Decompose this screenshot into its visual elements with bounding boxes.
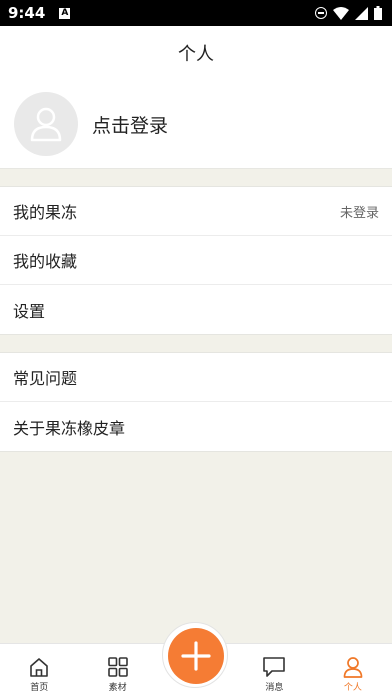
tab-materials[interactable]: 素材 [78, 644, 156, 696]
menu-item-label: 我的收藏 [13, 252, 78, 271]
menu-item-label: 设置 [13, 301, 46, 321]
tab-home[interactable]: 首页 [0, 644, 78, 696]
plus-icon [181, 641, 211, 671]
user-icon [30, 107, 62, 142]
page-title: 个人 [178, 44, 214, 65]
tab-label: 消息 [265, 683, 284, 693]
tab-label: 素材 [108, 683, 127, 693]
menu-group-account: 我的果冻 未登录 我的收藏 设置 [0, 186, 392, 335]
tab-profile[interactable]: 个人 [314, 644, 392, 696]
menu-item-about[interactable]: 关于果冻橡皮章 [0, 402, 392, 451]
signal-icon [355, 6, 368, 20]
menu-item-label: 关于果冻橡皮章 [13, 418, 126, 438]
menu-item-label: 我的果冻 [13, 203, 78, 222]
login-link[interactable]: 点击登录 [92, 111, 168, 138]
message-icon [263, 657, 286, 677]
avatar[interactable] [14, 92, 78, 156]
menu-item-my-jelly[interactable]: 我的果冻 未登录 [0, 187, 392, 236]
status-time: 9:44 [8, 4, 46, 22]
battery-icon [374, 6, 382, 20]
login-status-value: 未登录 [339, 205, 379, 221]
menu-item-faq[interactable]: 常见问题 [0, 353, 392, 402]
notification-icon: A [59, 7, 71, 19]
menu-group-help: 常见问题 关于果冻橡皮章 [0, 352, 392, 452]
tab-label: 首页 [30, 683, 49, 693]
grid-icon [107, 657, 128, 677]
tab-messages[interactable]: 消息 [235, 644, 313, 696]
menu-item-settings[interactable]: 设置 [0, 285, 392, 334]
do-not-disturb-icon [315, 7, 327, 19]
login-section[interactable]: 点击登录 [0, 80, 392, 169]
menu-item-favorites[interactable]: 我的收藏 [0, 236, 392, 285]
home-icon [30, 658, 49, 677]
page-header: 个人 [0, 26, 392, 80]
status-bar: 9:44 A [0, 0, 392, 26]
user-icon [343, 657, 363, 678]
tab-label: 个人 [343, 683, 362, 693]
wifi-icon [333, 6, 349, 20]
add-button[interactable] [168, 628, 224, 684]
menu-item-label: 常见问题 [13, 369, 78, 388]
